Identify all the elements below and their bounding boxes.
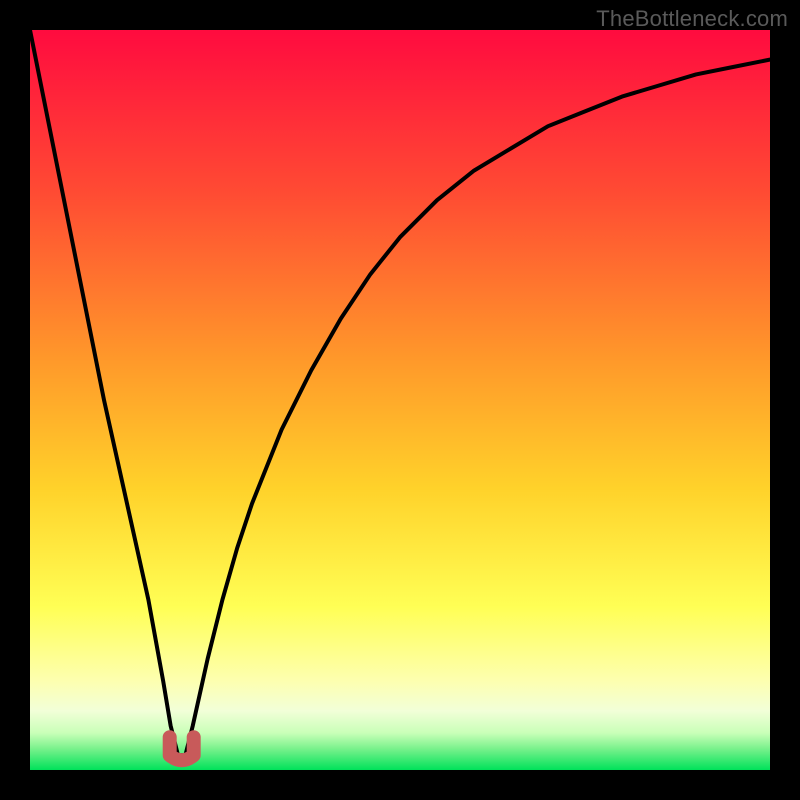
outer-frame: TheBottleneck.com [0, 0, 800, 800]
bottleneck-curve [30, 30, 770, 770]
plot-area [30, 30, 770, 770]
watermark-text: TheBottleneck.com [596, 6, 788, 32]
